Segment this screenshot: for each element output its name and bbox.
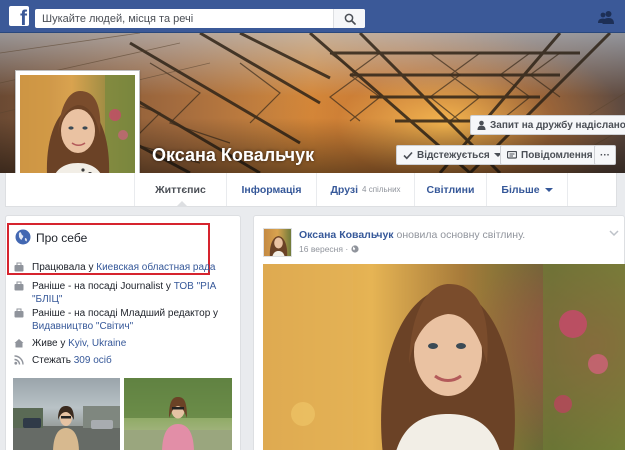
more-options-label: ··· xyxy=(600,149,610,161)
following-label: Відстежується xyxy=(417,149,490,161)
person-icon xyxy=(477,120,486,130)
tab-timeline[interactable]: Життєпис xyxy=(134,173,226,207)
post-header: Оксана Ковальчук оновила основну світлин… xyxy=(299,229,525,241)
checkmark-icon xyxy=(403,151,413,159)
tab-friends[interactable]: Друзі 4 спільних xyxy=(316,173,414,206)
intro-row-text: Раніше - на посаді Journalist у xyxy=(32,281,174,292)
message-icon xyxy=(507,150,517,159)
intro-row-text: Раніше - на посаді Младший редактор у xyxy=(32,308,219,319)
message-button[interactable]: Повідомлення xyxy=(500,145,600,165)
profile-portrait xyxy=(20,75,135,187)
friend-requests-icon[interactable] xyxy=(598,10,614,24)
intro-photo-1[interactable] xyxy=(13,378,120,450)
intro-row-work-current: Працювала у Киевская областная рада xyxy=(14,261,229,274)
intro-row-text: Працювала у xyxy=(32,262,97,273)
top-navigation-bar: f xyxy=(0,0,625,33)
intro-row-lives-in: Живе у Kyiv, Ukraine xyxy=(14,337,229,350)
search-icon xyxy=(344,13,356,25)
profile-tab-bar: Життєпис Інформація Друзі 4 спільних Сві… xyxy=(5,173,617,207)
post-author-link[interactable]: Оксана Ковальчук xyxy=(299,229,394,241)
tab-photos[interactable]: Світлини xyxy=(414,173,486,206)
intro-photo-2[interactable] xyxy=(124,378,232,450)
intro-row-work-previous-1: Раніше - на посаді Journalist у ТОВ "РІА… xyxy=(14,280,229,306)
post-options-chevron-icon[interactable] xyxy=(609,229,619,237)
intro-row-link[interactable]: 309 осіб xyxy=(74,355,112,366)
tab-more[interactable]: Більше xyxy=(486,173,568,206)
tab-about[interactable]: Інформація xyxy=(226,173,316,206)
tab-friends-label: Друзі xyxy=(330,183,359,196)
post-date-link[interactable]: 16 вересня · xyxy=(299,244,351,254)
search-box xyxy=(35,9,365,28)
more-options-button[interactable]: ··· xyxy=(594,145,616,165)
post-timestamp: 16 вересня · xyxy=(299,244,359,254)
following-button[interactable]: Відстежується xyxy=(396,145,509,165)
rss-icon xyxy=(14,355,24,365)
globe-icon xyxy=(350,245,359,253)
message-label: Повідомлення xyxy=(521,149,593,161)
chevron-down-icon xyxy=(544,187,553,192)
intro-row-link[interactable]: Видавництво "Світич" xyxy=(32,321,133,332)
tab-more-label: Більше xyxy=(501,183,540,196)
intro-row-link[interactable]: Киевская областная рада xyxy=(96,262,215,273)
friend-request-sent-label: Запит на дружбу надіслано xyxy=(490,119,625,131)
home-icon xyxy=(14,339,24,348)
intro-photo-1-image xyxy=(13,406,120,450)
post-author-avatar-image xyxy=(269,236,288,256)
intro-photo-2-image xyxy=(124,378,232,450)
tab-timeline-label: Життєпис xyxy=(155,183,206,196)
friend-request-sent-button[interactable]: Запит на дружбу надіслано xyxy=(470,115,625,135)
facebook-logo[interactable]: f xyxy=(9,6,29,26)
post-action-text: оновила основну світлину. xyxy=(396,229,526,241)
work-icon xyxy=(14,281,24,291)
intro-row-text: Живе у xyxy=(32,338,69,349)
globe-icon xyxy=(15,229,31,245)
post-author-avatar[interactable] xyxy=(263,228,292,257)
tab-friends-mutual-count: 4 спільних xyxy=(362,185,401,194)
work-icon xyxy=(14,262,24,272)
search-button[interactable] xyxy=(333,9,365,28)
intro-row-followers: Стежать 309 осіб xyxy=(14,354,229,367)
intro-row-text: Стежать xyxy=(32,355,74,366)
post-photo[interactable] xyxy=(263,264,625,450)
tab-about-label: Інформація xyxy=(241,183,302,196)
work-icon xyxy=(14,308,24,318)
profile-picture-image xyxy=(20,75,135,187)
intro-row-link[interactable]: Kyiv, Ukraine xyxy=(68,338,126,349)
post-photo-portrait xyxy=(263,264,625,450)
profile-name[interactable]: Оксана Ковальчук xyxy=(152,145,314,166)
tab-photos-label: Світлини xyxy=(426,183,475,196)
intro-title: Про себе xyxy=(36,231,88,245)
intro-row-work-previous-2: Раніше - на посаді Младший редактор у Ви… xyxy=(14,307,229,333)
search-input[interactable] xyxy=(35,9,333,28)
facebook-logo-glyph: f xyxy=(20,7,27,26)
